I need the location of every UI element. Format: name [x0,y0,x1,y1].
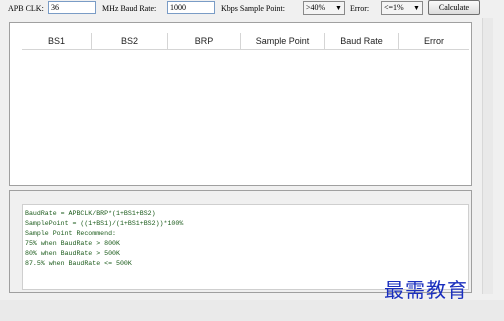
info-line: Sample Point Recommend: [25,230,117,237]
chevron-down-icon: ▼ [413,4,420,12]
sample-point-select[interactable]: >40% ▼ [303,1,345,15]
results-panel: BS1 BS2 BRP Sample Point Baud Rate Error [9,22,472,186]
column-header-brp[interactable]: BRP [168,33,241,49]
sample-point-label: Kbps Sample Point: [221,4,286,13]
info-line: 87.5% when BaudRate <= 500K [25,260,132,267]
column-header-bs2[interactable]: BS2 [92,33,168,49]
toolbar: APB CLK: 36 MHz Baud Rate: 1000 Kbps Sam… [0,0,504,18]
apb-clk-input[interactable]: 36 [48,1,96,14]
right-scrollbar[interactable] [482,18,493,294]
apb-clk-label: APB CLK: [8,4,44,13]
baud-rate-input[interactable]: 1000 [167,1,215,14]
baud-rate-label: MHz Baud Rate: [102,4,157,13]
info-line: 75% when BaudRate > 800K [25,240,120,247]
info-line: 80% when BaudRate > 500K [25,250,120,257]
sample-point-value: >40% [306,3,326,12]
error-label: Error: [350,4,370,13]
calculate-button[interactable]: Calculate [428,0,480,15]
bottom-bar [0,300,504,321]
info-line: SamplePoint = ((1+BS1)/(1+BS1+BS2))*100% [25,220,184,227]
column-header-baud-rate[interactable]: Baud Rate [325,33,399,49]
error-value: <=1% [384,3,404,12]
results-table-header: BS1 BS2 BRP Sample Point Baud Rate Error [22,33,469,50]
error-select[interactable]: <=1% ▼ [381,1,423,15]
column-header-error[interactable]: Error [399,33,469,49]
column-header-sample-point[interactable]: Sample Point [241,33,325,49]
info-line: BaudRate = APBCLK/BRP*(1+BS1+BS2) [25,210,156,217]
column-header-bs1[interactable]: BS1 [22,33,92,49]
chevron-down-icon: ▼ [335,4,342,12]
watermark-logo: 最需教育 [384,278,468,302]
